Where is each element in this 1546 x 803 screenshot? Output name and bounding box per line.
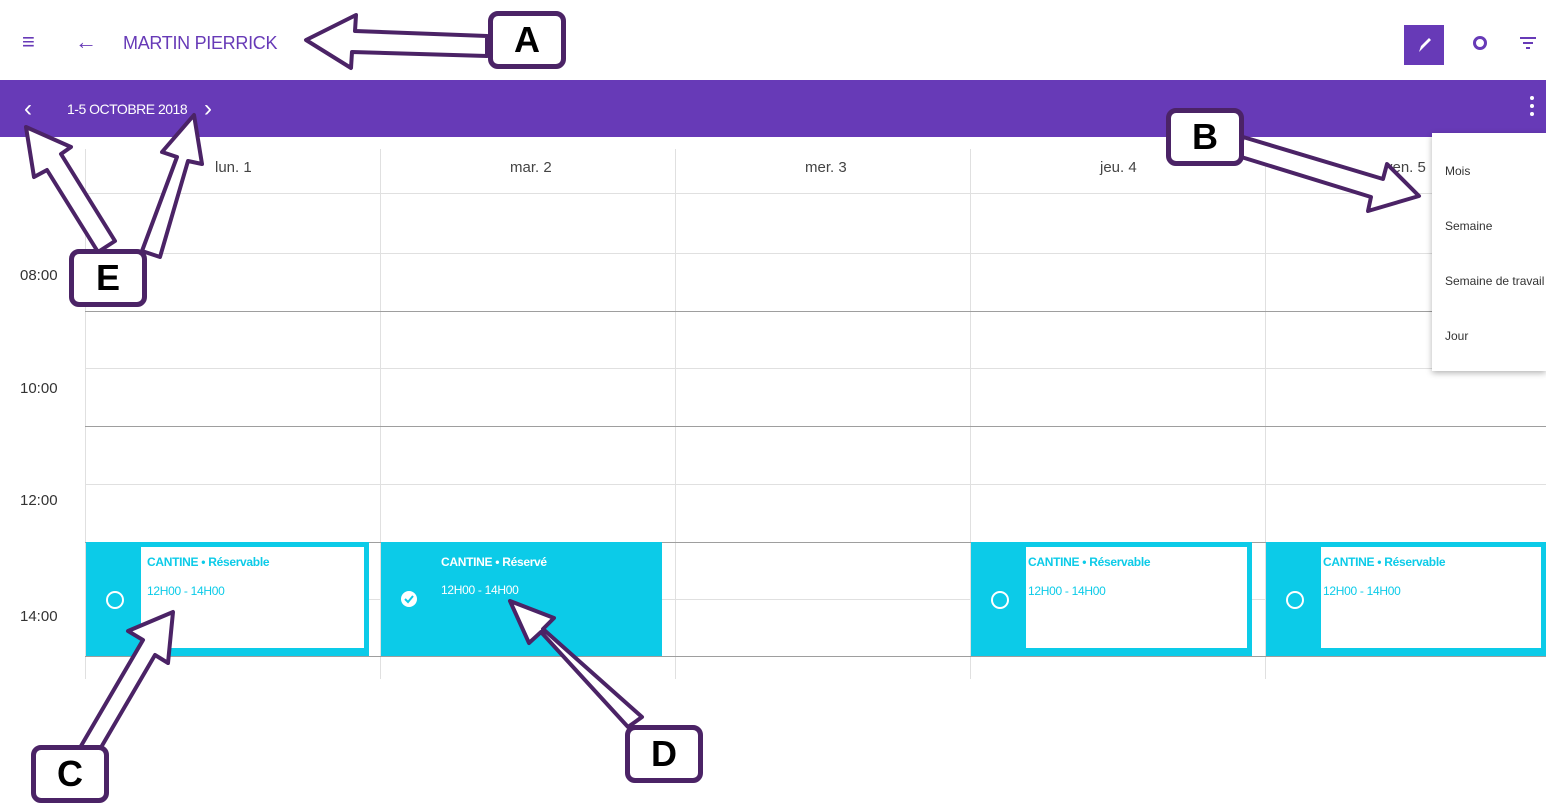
callout-b: B — [1166, 108, 1244, 166]
callout-c: C — [31, 745, 109, 803]
arrow-c — [79, 610, 175, 758]
arrow-a — [304, 13, 489, 70]
callout-d: D — [625, 725, 703, 783]
arrow-e-right — [140, 113, 204, 259]
annotation-arrows — [24, 13, 1421, 758]
arrow-d — [508, 599, 644, 729]
callout-e: E — [69, 249, 147, 307]
callout-a: A — [488, 11, 566, 69]
arrow-b — [1236, 135, 1421, 213]
arrow-e-left — [24, 125, 117, 254]
